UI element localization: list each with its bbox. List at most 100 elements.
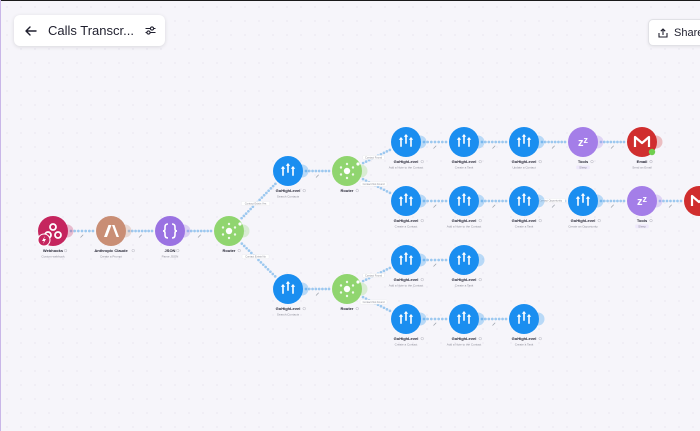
info-icon[interactable] (478, 160, 482, 164)
filter-wrench-icon[interactable] (315, 174, 319, 178)
scenario-settings-button[interactable] (135, 15, 165, 46)
link-r1n4-r1n5[interactable] (599, 140, 626, 149)
module-bubble[interactable] (155, 216, 185, 246)
scenario-title[interactable]: Calls Transcr... (48, 23, 135, 38)
link-r2n2-r2n3[interactable] (480, 199, 508, 208)
link-dot (433, 258, 437, 262)
filter-wrench-icon[interactable] (551, 145, 555, 149)
route-label[interactable]: Contact Exists No (241, 254, 270, 259)
module-r2n5[interactable]: z zToolsSleep (627, 186, 663, 229)
filter-wrench-icon[interactable] (492, 145, 496, 149)
info-icon[interactable] (649, 160, 653, 164)
info-icon[interactable] (420, 219, 424, 223)
module-bubble[interactable] (96, 216, 126, 246)
module-r4n3[interactable]: GoHighLevel Create a Task (509, 304, 545, 347)
info-icon[interactable] (538, 160, 542, 164)
info-icon[interactable] (420, 337, 424, 341)
module-ghl_b[interactable]: GoHighLevel Search Contacts (273, 274, 309, 317)
module-r2n4[interactable]: GoHighLevel Create an Opportunity (568, 186, 604, 229)
link-dot (196, 229, 200, 233)
info-icon[interactable] (538, 219, 542, 223)
link-ghl_a-router2[interactable] (304, 169, 331, 178)
link-r1n3-r1n4[interactable] (540, 140, 567, 149)
module-r4n2[interactable]: GoHighLevel Add a Note to the Contact (447, 304, 485, 347)
module-r3n1[interactable]: GoHighLevel Add a Note to the Contact (389, 245, 427, 288)
module-r1n4[interactable]: z zToolsSleep (568, 127, 604, 170)
module-ghl_a[interactable]: GoHighLevel Search Contacts (273, 156, 309, 199)
back-button[interactable] (14, 15, 48, 46)
module-r2n6[interactable] (684, 186, 700, 216)
info-icon[interactable] (355, 307, 359, 311)
info-icon[interactable] (597, 219, 601, 223)
link-dot (382, 151, 386, 155)
link-anthropic-json[interactable] (127, 229, 154, 238)
module-router2[interactable]: Router (332, 156, 368, 193)
filter-wrench-icon[interactable] (315, 292, 319, 296)
filter-wrench-icon[interactable] (433, 145, 437, 149)
module-r1n5[interactable]: Email Send an Email (627, 127, 663, 170)
link-dot (433, 140, 437, 144)
share-button[interactable]: Share (648, 19, 700, 46)
info-icon[interactable] (478, 219, 482, 223)
route-label-text: Contact Exists No (245, 255, 266, 259)
info-icon[interactable] (538, 337, 542, 341)
module-router1[interactable]: Router (214, 216, 250, 253)
info-icon[interactable] (237, 249, 241, 253)
module-description: Create a Prompt (100, 255, 122, 259)
module-webhooks[interactable]: Webhooks Custom webhook (37, 216, 74, 259)
link-r1n2-r1n3[interactable] (480, 140, 508, 149)
link-dot (199, 229, 203, 233)
link-router1-ghl_a[interactable] (240, 182, 277, 220)
module-json[interactable]: JSON Parse JSON (155, 216, 191, 259)
module-router3[interactable]: Router (332, 274, 368, 311)
info-icon[interactable] (590, 160, 594, 164)
module-r1n3[interactable]: GoHighLevel Update a Contact (509, 127, 545, 170)
info-icon[interactable] (478, 337, 482, 341)
route-label[interactable]: Contact Found (362, 155, 385, 160)
info-icon[interactable] (478, 278, 482, 282)
filter-wrench-icon[interactable] (433, 204, 437, 208)
link-r4n2-r4n3[interactable] (480, 317, 508, 326)
route-label[interactable]: Contact Not Found (359, 299, 388, 305)
filter-wrench-icon[interactable] (668, 204, 672, 208)
module-r3n2[interactable]: GoHighLevel Create a Task (449, 245, 485, 288)
link-dot (203, 229, 206, 233)
scenario-canvas[interactable]: Contact Exists Yes Contact Exists No Conta… (0, 0, 700, 431)
info-icon[interactable] (355, 189, 359, 193)
module-r2n3[interactable]: GoHighLevel Create a Task (509, 186, 545, 229)
module-r2n1[interactable]: GoHighLevel Create a Contact (391, 186, 427, 229)
link-r2n4-r2n5[interactable] (599, 199, 626, 208)
info-icon[interactable] (302, 307, 306, 311)
info-icon[interactable] (131, 249, 135, 253)
module-r2n2[interactable]: GoHighLevel Add a Note to the Contact (447, 186, 485, 229)
filter-wrench-icon[interactable] (80, 234, 84, 238)
filter-wrench-icon[interactable] (138, 234, 142, 238)
info-icon[interactable] (64, 249, 68, 253)
link-dot (606, 140, 609, 144)
module-r1n1[interactable]: GoHighLevel Add a Note to the Contact (389, 127, 427, 170)
module-name: Anthropic Claude (94, 248, 128, 253)
route-label[interactable]: Contact Found (362, 273, 385, 278)
module-r1n2[interactable]: GoHighLevel Create a Task (449, 127, 485, 170)
filter-wrench-icon[interactable] (433, 322, 437, 326)
info-icon[interactable] (649, 219, 653, 223)
filter-wrench-icon[interactable] (610, 145, 614, 149)
route-label[interactable]: Contact Exists Yes (241, 201, 270, 206)
info-icon[interactable] (420, 160, 424, 164)
link-router1-ghl_b[interactable] (240, 242, 277, 278)
link-dot (437, 199, 441, 203)
filter-wrench-icon[interactable] (433, 263, 437, 267)
link-json-router1[interactable] (186, 229, 213, 238)
link-ghl_b-router3[interactable] (304, 287, 331, 296)
route-label[interactable]: Contact Not Found (359, 181, 388, 187)
filter-wrench-icon[interactable] (551, 204, 555, 208)
filter-wrench-icon[interactable] (492, 322, 496, 326)
module-anthropic[interactable]: Anthropic Claude Create a Prompt (94, 216, 135, 259)
info-icon[interactable] (420, 278, 424, 282)
info-icon[interactable] (176, 249, 180, 253)
filter-wrench-icon[interactable] (492, 204, 496, 208)
filter-wrench-icon[interactable] (610, 204, 614, 208)
filter-wrench-icon[interactable] (197, 234, 201, 238)
info-icon[interactable] (302, 189, 306, 193)
module-r4n1[interactable]: GoHighLevel Create a Contact (391, 304, 427, 347)
